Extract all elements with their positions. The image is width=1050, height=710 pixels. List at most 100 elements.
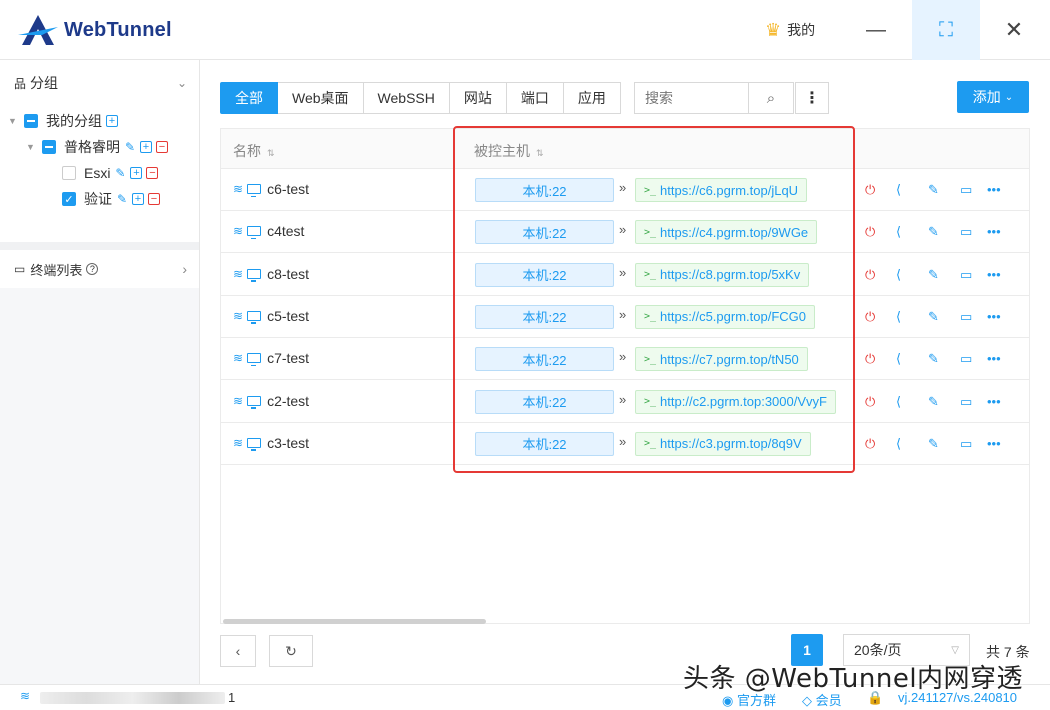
edit-icon[interactable]: ✎	[928, 182, 939, 198]
maximize-button[interactable]: ⛶	[912, 0, 980, 60]
row-name: c2-test	[267, 392, 310, 409]
close-button[interactable]: ✕	[980, 0, 1048, 60]
chevron-down-icon: ⌄	[1004, 91, 1014, 103]
groups-header[interactable]: 品 分组 ⌄	[0, 60, 199, 106]
more-options-icon[interactable]: ⋮	[795, 82, 829, 114]
add-icon[interactable]: +	[132, 193, 144, 205]
refresh-icon[interactable]: ↻	[269, 635, 313, 667]
video-icon[interactable]: ▭	[960, 309, 972, 325]
power-icon[interactable]: ⏻	[865, 224, 875, 240]
sort-icon[interactable]: ⇅	[267, 148, 275, 158]
prev-page-button[interactable]: ‹	[220, 635, 256, 667]
tab-app[interactable]: 应用	[563, 82, 621, 114]
power-icon[interactable]: ⏻	[865, 436, 875, 452]
help-icon[interactable]: ?	[86, 263, 99, 275]
row-name-cell: ≋ c5-test	[233, 308, 309, 324]
video-icon[interactable]: ▭	[960, 267, 972, 283]
share-icon[interactable]: ⟨	[896, 309, 901, 325]
tab-port[interactable]: 端口	[506, 82, 564, 114]
crown-icon: ♛	[765, 19, 782, 40]
filter-tabs: 全部 Web桌面 WebSSH 网站 端口 应用	[220, 82, 621, 114]
share-icon[interactable]: ⟨	[896, 351, 901, 367]
power-icon[interactable]: ⏻	[865, 309, 875, 325]
expand-icon[interactable]: ▼	[8, 116, 18, 126]
tree-node-leaf[interactable]: Esxi ✎ + −	[62, 162, 159, 184]
edit-icon[interactable]: ✎	[114, 167, 126, 179]
remove-icon[interactable]: −	[148, 193, 160, 205]
tree-checkbox-checked[interactable]: ✓	[62, 192, 76, 206]
status-number: 1	[228, 690, 236, 705]
monitor-icon	[247, 184, 262, 197]
edit-icon[interactable]: ✎	[116, 193, 128, 205]
add-icon[interactable]: +	[140, 141, 152, 153]
sidebar: 品 分组 ⌄ ▼ 我的分组 + ▼ 普格睿明 ✎ + − Esxi ✎ + − …	[0, 60, 200, 685]
power-icon[interactable]: ⏻	[865, 182, 875, 198]
share-icon[interactable]: ⟨	[896, 182, 901, 198]
tree-node-leaf[interactable]: ✓ 验证 ✎ + −	[62, 188, 160, 210]
more-icon[interactable]: •••	[987, 394, 1001, 409]
wifi-icon: ≋	[20, 689, 31, 703]
sidebar-divider	[0, 242, 199, 250]
power-icon[interactable]: ⏻	[865, 394, 875, 410]
more-icon[interactable]: •••	[987, 224, 1001, 239]
add-button[interactable]: 添加 ⌄	[957, 81, 1029, 113]
edit-icon[interactable]: ✎	[928, 309, 939, 325]
row-name-cell: ≋ c7-test	[233, 350, 310, 367]
tab-webssh[interactable]: WebSSH	[363, 82, 450, 114]
more-icon[interactable]: •••	[987, 436, 1001, 451]
brand-name: WebTunnel	[64, 18, 172, 41]
tree-node-root[interactable]: ▼ 我的分组 +	[8, 110, 118, 132]
column-name-header[interactable]: 名称 ⇅	[233, 141, 275, 161]
horizontal-scrollbar[interactable]	[223, 619, 486, 624]
more-icon[interactable]: •••	[987, 351, 1001, 366]
groups-title: 分组	[30, 75, 59, 91]
search-input[interactable]	[635, 83, 749, 113]
edit-icon[interactable]: ✎	[928, 394, 939, 410]
search-icon[interactable]: ⌕	[748, 83, 793, 113]
share-icon[interactable]: ⟨	[896, 267, 901, 283]
tree-checkbox[interactable]	[42, 140, 56, 154]
video-icon[interactable]: ▭	[960, 394, 972, 410]
tab-website[interactable]: 网站	[449, 82, 507, 114]
expand-icon[interactable]: ▼	[26, 142, 36, 152]
monitor-icon	[247, 268, 262, 282]
terminal-list-header[interactable]: ▭ 终端列表 ? ›	[0, 250, 199, 288]
tab-web-desktop[interactable]: Web桌面	[278, 82, 364, 114]
video-icon[interactable]: ▭	[960, 436, 972, 452]
video-icon[interactable]: ▭	[960, 351, 972, 367]
video-icon[interactable]: ▭	[960, 224, 972, 240]
more-icon[interactable]: •••	[987, 309, 1001, 324]
video-icon[interactable]: ▭	[960, 182, 972, 198]
remove-icon[interactable]: −	[146, 167, 159, 179]
tree-checkbox[interactable]	[62, 166, 76, 180]
row-name: c6-test	[267, 181, 310, 197]
share-icon[interactable]: ⟨	[896, 394, 901, 410]
add-icon[interactable]: +	[130, 167, 143, 179]
blurred-info	[40, 692, 225, 704]
edit-icon[interactable]: ✎	[928, 436, 939, 452]
monitor-icon	[247, 395, 262, 409]
row-name-cell: ≋ c6-test	[233, 181, 309, 197]
monitor-icon	[247, 226, 262, 240]
tab-all[interactable]: 全部	[220, 82, 278, 114]
tree-checkbox[interactable]	[24, 114, 38, 128]
add-icon[interactable]: +	[106, 115, 118, 127]
remove-icon[interactable]: −	[156, 141, 168, 153]
edit-icon[interactable]: ✎	[928, 224, 939, 240]
edit-icon[interactable]: ✎	[928, 267, 939, 283]
more-icon[interactable]: •••	[987, 267, 1001, 282]
share-icon[interactable]: ⟨	[896, 224, 901, 240]
edit-icon[interactable]: ✎	[124, 141, 136, 153]
share-icon[interactable]: ⟨	[896, 436, 901, 452]
row-name: c7-test	[267, 350, 310, 367]
tree-node-child[interactable]: ▼ 普格睿明 ✎ + −	[26, 136, 168, 158]
chevron-right-icon: ›	[182, 261, 187, 277]
more-icon[interactable]: •••	[987, 182, 1001, 197]
edit-icon[interactable]: ✎	[928, 351, 939, 367]
page-size-value: 20条/页	[854, 642, 902, 658]
minimize-button[interactable]: —	[842, 0, 910, 60]
power-icon[interactable]: ⏻	[865, 351, 875, 367]
mine-menu[interactable]: ♛ 我的	[765, 18, 815, 42]
official-group-label: 官方群	[736, 693, 776, 708]
power-icon[interactable]: ⏻	[865, 267, 875, 283]
